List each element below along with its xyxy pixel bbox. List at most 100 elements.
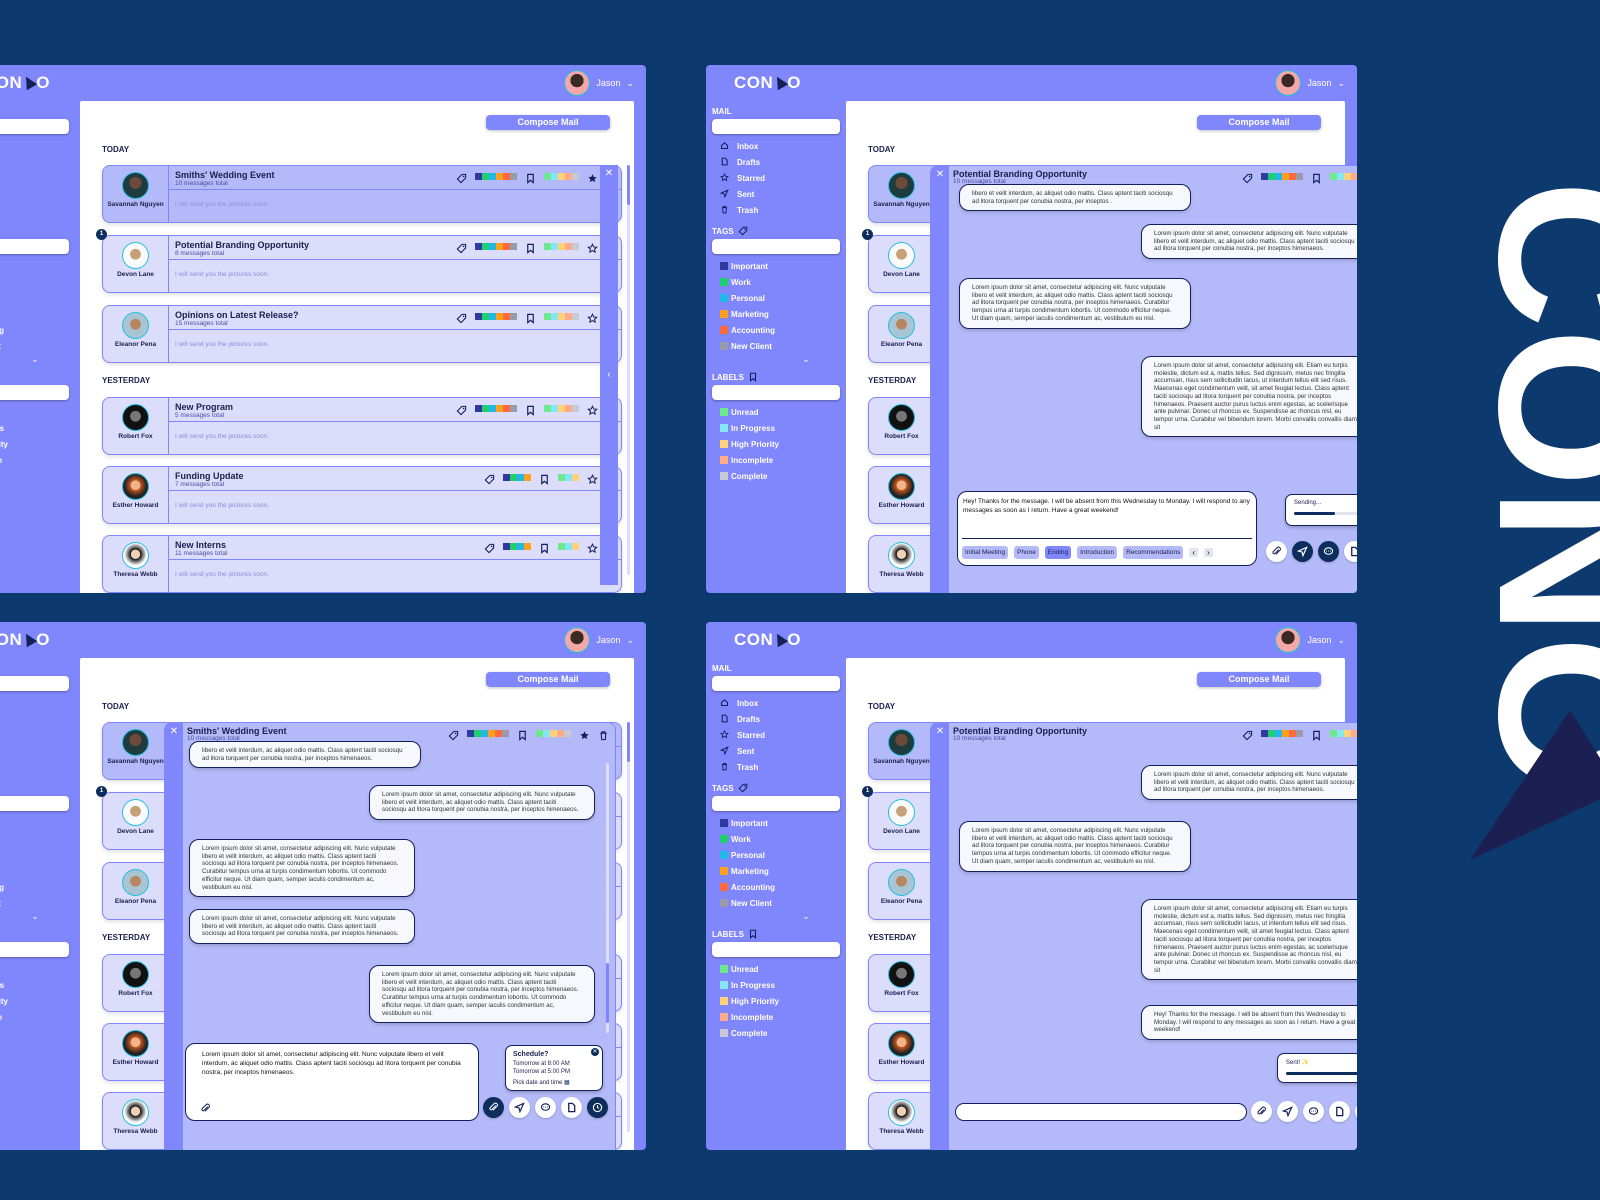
tag-item[interactable]: Work [706, 831, 846, 847]
bookmark-icon[interactable] [525, 403, 536, 416]
tag-item[interactable]: Personal [0, 847, 75, 863]
reply-composer[interactable]: Hey! Thanks for the message. I will be a… [957, 491, 1257, 566]
sidebar-item-starred[interactable]: Starred [706, 727, 846, 743]
tag-icon[interactable] [456, 241, 467, 254]
labels-search[interactable] [0, 942, 69, 957]
mail-search-input[interactable] [0, 119, 69, 134]
reply-input[interactable] [955, 1103, 1247, 1121]
email-card[interactable]: Esther Howard Funding Update 7 messages … [102, 466, 622, 524]
tag-item[interactable]: Marketing [706, 863, 846, 879]
file-button[interactable] [561, 1097, 582, 1118]
labels-search-input[interactable] [712, 942, 840, 957]
sidebar-item-inbox[interactable]: Inbox [706, 138, 846, 154]
tag-icon[interactable] [456, 311, 467, 324]
email-card[interactable]: Robert Fox New Program 5 messages total … [102, 397, 622, 455]
label-item[interactable]: Complete [0, 1025, 75, 1041]
tag-item[interactable]: Marketing [0, 306, 75, 322]
close-thread-button[interactable]: ✕ [165, 723, 183, 1150]
close-popup-icon[interactable]: ✕ [591, 1048, 599, 1056]
label-item[interactable]: High Priority [706, 993, 846, 1009]
mail-search[interactable] [0, 676, 69, 691]
labels-search[interactable] [0, 385, 69, 400]
sidebar-item-starred[interactable]: Starred [706, 170, 846, 186]
trash-icon[interactable] [598, 728, 609, 741]
user-menu[interactable]: Jason ⌄ [1275, 627, 1345, 653]
schedule-clock-button[interactable] [587, 1097, 608, 1118]
sidebar-item-starred[interactable]: Starred [0, 727, 75, 743]
tag-item[interactable]: Personal [706, 290, 846, 306]
star-icon[interactable] [587, 241, 598, 254]
labels-search[interactable] [712, 385, 840, 400]
chat-button[interactable] [535, 1097, 556, 1118]
template-chip[interactable]: Introduction [1077, 546, 1118, 559]
tag-item[interactable]: Marketing [706, 306, 846, 322]
sidebar-item-inbox[interactable]: Inbox [0, 695, 75, 711]
template-chip[interactable]: Ending [1044, 546, 1072, 559]
tag-icon[interactable] [448, 728, 459, 741]
mail-search-input[interactable] [712, 676, 840, 691]
tag-icon[interactable] [484, 541, 495, 554]
label-item[interactable]: High Priority [0, 993, 75, 1009]
star-icon[interactable] [587, 403, 598, 416]
tag-item[interactable]: Important [0, 258, 75, 274]
tags-search[interactable] [712, 239, 840, 254]
label-item[interactable]: Unread [0, 961, 75, 977]
tags-search-input[interactable] [0, 239, 69, 254]
tag-icon[interactable] [1242, 728, 1253, 741]
compose-mail-button[interactable]: Compose Mail [486, 672, 610, 687]
chat-button[interactable] [1303, 1101, 1324, 1122]
labels-search-input[interactable] [0, 385, 69, 400]
cono-logo[interactable]: CONO [0, 73, 50, 93]
close-thread-button[interactable]: ✕ [931, 166, 949, 593]
label-item[interactable]: Incomplete [0, 1009, 75, 1025]
tag-item[interactable]: Work [706, 274, 846, 290]
file-button[interactable] [1329, 1101, 1350, 1122]
send-button[interactable] [1292, 541, 1313, 562]
label-item[interactable]: Unread [706, 961, 846, 977]
bookmark-icon[interactable] [1311, 171, 1322, 184]
sidebar-item-inbox[interactable]: Inbox [706, 695, 846, 711]
close-icon[interactable]: ✕ [600, 165, 618, 179]
attach-button[interactable] [1266, 541, 1287, 562]
tag-item[interactable]: Work [0, 274, 75, 290]
bookmark-icon[interactable] [539, 472, 550, 485]
bookmark-icon[interactable] [525, 171, 536, 184]
reply-text[interactable]: Hey! Thanks for the message. I will be a… [963, 497, 1251, 531]
sidebar-item-sent[interactable]: Sent [706, 186, 846, 202]
star-icon[interactable] [587, 472, 598, 485]
labels-search-input[interactable] [0, 942, 69, 957]
user-menu[interactable]: Jason ⌄ [564, 70, 634, 96]
tag-icon[interactable] [456, 403, 467, 416]
bookmark-icon[interactable] [539, 541, 550, 554]
bookmark-icon[interactable] [1311, 728, 1322, 741]
chevron-left-icon[interactable]: ‹ [1189, 548, 1198, 557]
label-item[interactable]: Incomplete [706, 452, 846, 468]
mail-search[interactable] [712, 676, 840, 691]
tag-item[interactable]: New Client [0, 895, 75, 911]
mail-search-input[interactable] [0, 676, 69, 691]
template-chip[interactable]: Phone [1014, 546, 1039, 559]
tags-search[interactable] [0, 796, 69, 811]
sidebar-item-inbox[interactable]: Inbox [0, 138, 75, 154]
close-thread-button[interactable]: ✕ [931, 723, 949, 1150]
email-card[interactable]: Eleanor Pena Opinions on Latest Release?… [102, 305, 622, 363]
sidebar-item-sent[interactable]: Sent [706, 743, 846, 759]
chat-button[interactable] [1318, 541, 1339, 562]
draft-text[interactable]: Lorem ipsum dolor sit amet, consectetur … [202, 1050, 462, 1077]
chevron-right-icon[interactable]: › [1204, 548, 1213, 557]
label-item[interactable]: High Priority [0, 436, 75, 452]
tag-item[interactable]: Work [0, 831, 75, 847]
tags-search[interactable] [712, 796, 840, 811]
star-icon[interactable] [587, 311, 598, 324]
expand-tags-chevron-icon[interactable]: ⌄ [0, 911, 75, 923]
tags-search-input[interactable] [712, 796, 840, 811]
tag-item[interactable]: Personal [706, 847, 846, 863]
user-menu[interactable]: Jason ⌄ [564, 627, 634, 653]
schedule-option[interactable]: Tomorrow at 5:00 PM [513, 1068, 595, 1077]
send-button[interactable] [509, 1097, 530, 1118]
schedule-clock-button[interactable] [1355, 1101, 1357, 1122]
attach-button[interactable] [483, 1097, 504, 1118]
tag-icon[interactable] [1242, 171, 1253, 184]
label-item[interactable]: In Progress [0, 977, 75, 993]
sidebar-item-drafts[interactable]: Drafts [0, 154, 75, 170]
